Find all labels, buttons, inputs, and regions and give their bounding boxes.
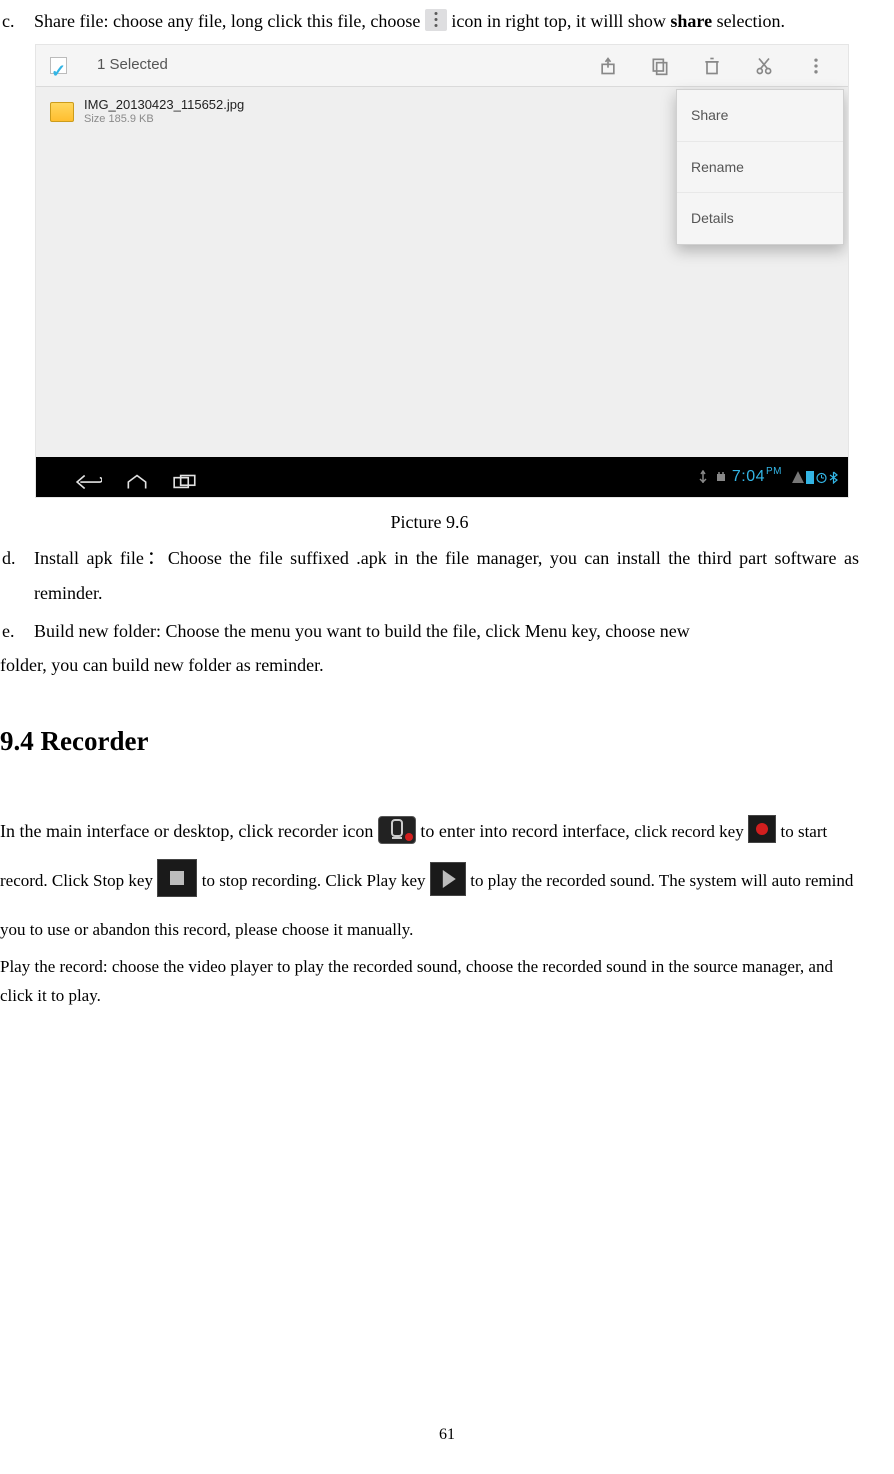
alarm-icon: [816, 471, 827, 484]
file-name: IMG_20130423_115652.jpg: [84, 97, 244, 113]
battery-icon: [806, 471, 814, 484]
file-thumbnail-icon: [50, 102, 74, 122]
text: selection.: [712, 11, 785, 31]
popup-details[interactable]: Details: [677, 193, 843, 244]
heading-recorder: 9.4 Recorder: [0, 716, 859, 767]
home-icon[interactable]: [124, 468, 150, 486]
list-marker: c.: [0, 4, 34, 38]
text: In the main interface or desktop, click …: [0, 821, 378, 841]
recorder-paragraph-2: Play the record: choose the video player…: [0, 953, 859, 1011]
list-body: Install apk file：Choose the file suffixe…: [34, 541, 859, 609]
kebab-icon: [425, 9, 447, 31]
popup-rename[interactable]: Rename: [677, 142, 843, 194]
text: icon in right top, it willl show: [451, 11, 670, 31]
delete-icon[interactable]: [702, 56, 722, 76]
usb-icon: [696, 470, 710, 484]
copy-icon[interactable]: [650, 56, 670, 76]
record-key-icon: [748, 815, 776, 843]
text-bold: share: [670, 11, 712, 31]
list-item-e: e. Build new folder: Choose the menu you…: [0, 614, 859, 648]
file-meta: Size 185.9 KB: [84, 113, 244, 126]
play-key-icon: [430, 862, 466, 896]
page-number: 61: [0, 1426, 894, 1444]
text: to enter into record interface,: [420, 821, 634, 841]
stop-key-icon: [157, 859, 197, 897]
text: Share file: choose any file, long click …: [34, 11, 425, 31]
list-item-c: c. Share file: choose any file, long cli…: [0, 4, 859, 38]
screenshot-figure: 1 Selected: [35, 44, 849, 498]
status-area: 7:04PM: [696, 462, 848, 492]
list-marker: d.: [0, 541, 34, 609]
checkbox-icon[interactable]: [50, 57, 67, 74]
kebab-menu-icon[interactable]: [806, 56, 826, 76]
popup-menu: Share Rename Details: [676, 89, 844, 245]
selected-count: 1 Selected: [97, 51, 598, 80]
cut-icon[interactable]: [754, 56, 774, 76]
list-marker: e.: [0, 614, 34, 648]
recorder-app-icon: [378, 816, 416, 844]
status-icons: [792, 471, 838, 484]
file-text: IMG_20130423_115652.jpg Size 185.9 KB: [84, 97, 244, 126]
bluetooth-icon: [829, 471, 838, 484]
list-body: Share file: choose any file, long click …: [34, 4, 859, 38]
status-time: 7:04PM: [732, 462, 782, 492]
list-body: Build new folder: Choose the menu you wa…: [34, 614, 859, 648]
wifi-icon: [792, 471, 804, 483]
text: Build new folder: Choose the menu you wa…: [34, 621, 690, 641]
recents-icon[interactable]: [172, 468, 198, 486]
figure-caption: Picture 9.6: [0, 510, 859, 535]
list-item-e-cont: folder, you can build new folder as remi…: [0, 648, 859, 682]
share-icon[interactable]: [598, 56, 618, 76]
android-icon: [714, 470, 728, 484]
selection-header: 1 Selected: [36, 45, 848, 87]
nav-buttons: [36, 468, 198, 486]
header-actions: [598, 56, 848, 76]
back-icon[interactable]: [76, 468, 102, 486]
nav-bar: 7:04PM: [36, 457, 848, 497]
text: to stop recording. Click Play key: [202, 871, 430, 890]
text: click record key: [634, 822, 748, 841]
recorder-paragraph: In the main interface or desktop, click …: [0, 807, 859, 953]
popup-share[interactable]: Share: [677, 90, 843, 142]
list-item-d: d. Install apk file：Choose the file suff…: [0, 541, 859, 609]
